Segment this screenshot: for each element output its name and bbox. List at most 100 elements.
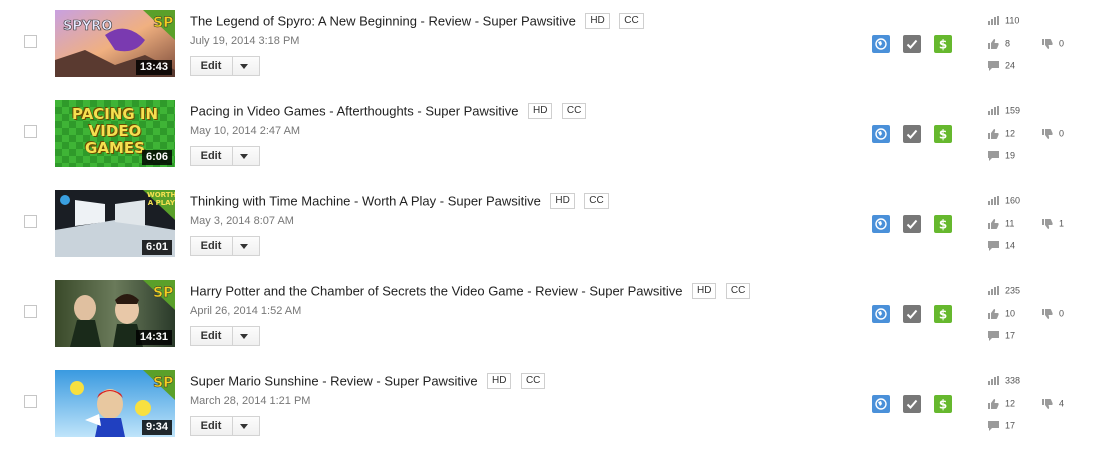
video-duration: 9:34: [141, 420, 172, 435]
edit-button[interactable]: Edit: [190, 416, 260, 436]
globe-icon[interactable]: [872, 35, 890, 53]
dollar-icon[interactable]: $: [934, 35, 952, 53]
edit-button[interactable]: Edit: [190, 326, 260, 346]
globe-icon[interactable]: [872, 305, 890, 323]
views-count: 159: [1005, 105, 1021, 116]
video-thumbnail[interactable]: SP 14:31: [55, 280, 175, 347]
views-count: 235: [1005, 285, 1021, 296]
dislikes-stat: 0: [1042, 127, 1064, 139]
title-line: The Legend of Spyro: A New Beginning - R…: [190, 12, 644, 30]
thumbs-up-icon: [988, 218, 999, 229]
hd-badge: HD: [585, 12, 610, 29]
channel-logo: SP: [153, 285, 173, 301]
video-title[interactable]: The Legend of Spyro: A New Beginning - R…: [190, 13, 576, 28]
dollar-icon[interactable]: $: [934, 215, 952, 233]
cc-badge: CC: [561, 102, 587, 119]
likes-count: 11: [1005, 218, 1015, 229]
dislikes-count: 0: [1059, 308, 1065, 319]
comment-icon: [988, 60, 999, 71]
select-checkbox[interactable]: [24, 125, 37, 138]
video-title[interactable]: Harry Potter and the Chamber of Secrets …: [190, 283, 683, 298]
select-checkbox[interactable]: [24, 305, 37, 318]
divider: [232, 327, 233, 345]
upload-date: July 19, 2014 3:18 PM: [190, 35, 300, 47]
select-checkbox[interactable]: [24, 215, 37, 228]
title-line: Harry Potter and the Chamber of Secrets …: [190, 282, 751, 300]
chevron-down-icon[interactable]: [240, 424, 248, 429]
video-thumbnail[interactable]: SP 9:34: [55, 370, 175, 437]
video-thumbnail[interactable]: SPYRO SP 13:43: [55, 10, 175, 77]
cc-badge: CC: [584, 192, 609, 209]
title-line: Super Mario Sunshine - Review - Super Pa…: [190, 372, 546, 390]
likes-count: 8: [1005, 38, 1011, 49]
dollar-icon[interactable]: $: [934, 395, 952, 413]
check-icon[interactable]: [903, 125, 921, 143]
video-row: SP 14:31 Harry Potter and the Chamber of…: [0, 280, 1095, 370]
video-title[interactable]: Super Mario Sunshine - Review - Super Pa…: [190, 373, 478, 388]
dislikes-stat: 1: [1042, 217, 1064, 229]
check-icon[interactable]: [903, 395, 921, 413]
thumbs-down-icon: [1042, 218, 1053, 229]
divider: [232, 417, 233, 435]
dollar-icon[interactable]: $: [934, 125, 952, 143]
channel-logo: SP: [153, 375, 173, 391]
video-row: PACING IN VIDEO GAMES 6:06 Pacing in Vid…: [0, 100, 1095, 190]
dollar-icon[interactable]: $: [934, 305, 952, 323]
check-icon[interactable]: [903, 35, 921, 53]
video-thumbnail[interactable]: WORTH A PLAY 6:01: [55, 190, 175, 257]
thumb-title-text: SPYRO: [63, 19, 112, 34]
upload-date: March 28, 2014 1:21 PM: [190, 395, 311, 407]
comment-icon: [988, 330, 999, 341]
divider: [232, 237, 233, 255]
video-duration: 6:01: [141, 240, 172, 255]
edit-button[interactable]: Edit: [190, 146, 260, 166]
comments-count: 17: [1005, 420, 1016, 431]
select-checkbox[interactable]: [24, 395, 37, 408]
likes-stat: 12: [988, 397, 1015, 409]
views-bar-icon: [988, 106, 999, 116]
select-checkbox[interactable]: [24, 35, 37, 48]
edit-label: Edit: [200, 420, 222, 432]
comments-count: 24: [1005, 60, 1016, 71]
edit-label: Edit: [200, 330, 222, 342]
thumbs-up-icon: [988, 128, 999, 139]
chevron-down-icon[interactable]: [240, 64, 248, 69]
globe-icon[interactable]: [872, 395, 890, 413]
dislikes-count: 0: [1059, 38, 1065, 49]
globe-icon[interactable]: [872, 125, 890, 143]
dislikes-stat: 0: [1042, 37, 1064, 49]
views-stat: 160: [988, 194, 1020, 206]
video-list: SPYRO SP 13:43 The Legend of Spyro: A Ne…: [0, 0, 1095, 470]
hd-badge: HD: [692, 282, 717, 299]
comments-stat: 14: [988, 239, 1015, 251]
check-icon[interactable]: [903, 215, 921, 233]
check-icon[interactable]: [903, 305, 921, 323]
views-stat: 110: [988, 14, 1019, 26]
comment-icon: [988, 420, 999, 431]
views-count: 338: [1005, 375, 1021, 386]
likes-count: 12: [1005, 398, 1016, 409]
dislikes-count: 4: [1059, 398, 1065, 409]
comments-stat: 19: [988, 149, 1015, 161]
edit-button[interactable]: Edit: [190, 56, 260, 76]
video-title[interactable]: Thinking with Time Machine - Worth A Pla…: [190, 193, 541, 208]
thumb-title-text: WORTH A PLAY: [147, 191, 175, 207]
chevron-down-icon[interactable]: [240, 244, 248, 249]
edit-button[interactable]: Edit: [190, 236, 260, 256]
views-bar-icon: [988, 196, 999, 206]
title-line: Pacing in Video Games - Afterthoughts - …: [190, 102, 587, 120]
svg-text:$: $: [939, 128, 947, 142]
chevron-down-icon[interactable]: [240, 334, 248, 339]
video-title[interactable]: Pacing in Video Games - Afterthoughts - …: [190, 103, 519, 118]
chevron-down-icon[interactable]: [240, 154, 248, 159]
video-duration: 13:43: [135, 60, 172, 75]
video-thumbnail[interactable]: PACING IN VIDEO GAMES 6:06: [55, 100, 175, 167]
views-bar-icon: [988, 286, 999, 296]
globe-icon[interactable]: [872, 215, 890, 233]
thumbs-down-icon: [1042, 398, 1053, 409]
divider: [232, 147, 233, 165]
divider: [232, 57, 233, 75]
likes-stat: 11: [988, 217, 1014, 229]
comment-icon: [988, 150, 999, 161]
thumbs-down-icon: [1042, 128, 1053, 139]
